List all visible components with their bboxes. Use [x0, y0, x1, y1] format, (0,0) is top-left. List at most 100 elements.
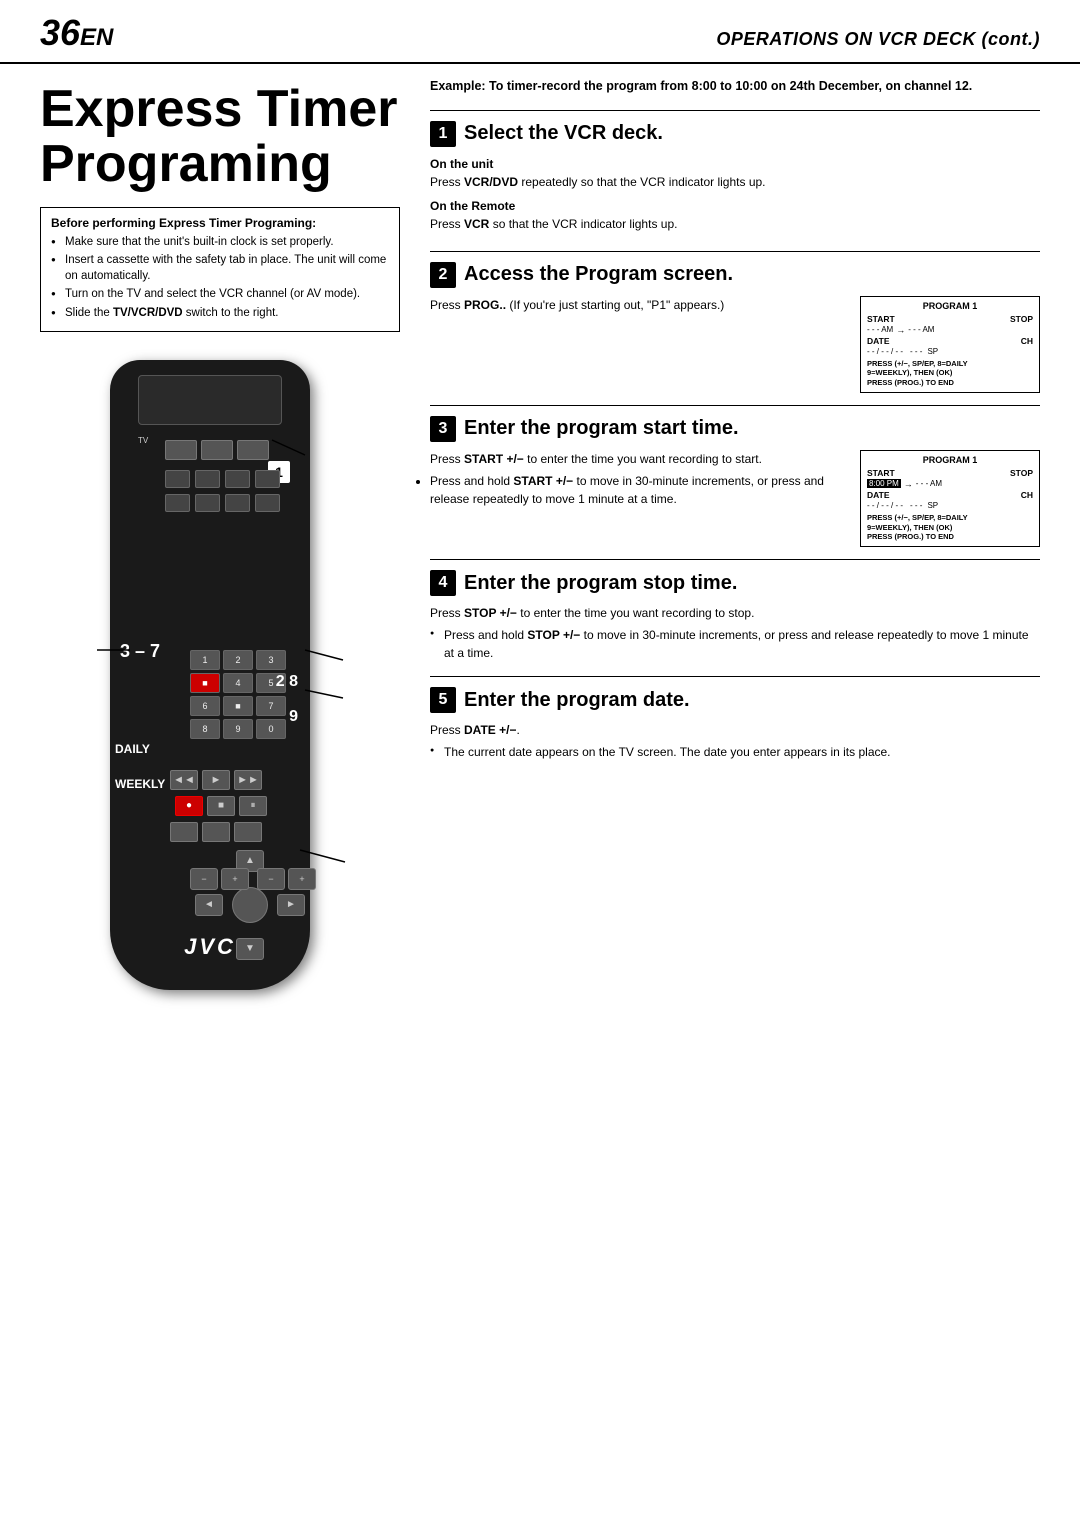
- pause-btn: ⏸: [239, 796, 267, 816]
- before-list: Make sure that the unit's built-in clock…: [51, 234, 389, 320]
- step-1-unit-label: On the unit: [430, 155, 1040, 173]
- playback-row-3: [170, 822, 262, 842]
- step-3-number: 3: [430, 416, 456, 442]
- daily-label: DAILY: [115, 740, 150, 756]
- step-4-header: 4 Enter the program stop time.: [430, 570, 1040, 596]
- arrow-center-btn: [232, 887, 268, 923]
- right-column: Example: To timer-record the program fro…: [420, 64, 1040, 1030]
- remote-btn-r3-1: [165, 494, 190, 512]
- step-4-title: Enter the program stop time.: [464, 572, 737, 595]
- stop-btn: ■: [207, 796, 235, 816]
- numpad-6: 6: [190, 696, 220, 716]
- numpad-0: 0: [256, 719, 286, 739]
- step-5-title: Enter the program date.: [464, 689, 690, 712]
- step-2-text: Press PROG.. (If you're just starting ou…: [430, 296, 840, 393]
- prog-row-date-ch-2: - - / - - / - - - - - SP: [867, 501, 1033, 510]
- ch-down-btn: −: [257, 868, 285, 890]
- before-title: Before performing Express Timer Programi…: [51, 216, 389, 230]
- program-screen-1: PROGRAM 1 START STOP - - - AM → - - - AM…: [860, 296, 1040, 393]
- prog-bottom-1: PRESS (+/−, SP/EP, 8=DAILY9=WEEKLY), THE…: [867, 359, 1033, 388]
- prog-bottom-2: PRESS (+/−, SP/EP, 8=DAILY9=WEEKLY), THE…: [867, 513, 1033, 542]
- arrow-right-btn: ►: [277, 894, 305, 916]
- step-1-unit-text: Press VCR/DVD repeatedly so that the VCR…: [430, 173, 1040, 191]
- ch-pair: − +: [257, 868, 316, 890]
- remote-bottom-row: − + − +: [190, 868, 316, 890]
- remote-btn-r3-4: [255, 494, 280, 512]
- step-4: 4 Enter the program stop time. Press STO…: [430, 559, 1040, 676]
- transport-btn-1: [170, 822, 198, 842]
- step-3-title: Enter the program start time.: [464, 417, 739, 440]
- remote-control-illustration: TV 1: [50, 350, 390, 1030]
- remote-row-3: [165, 494, 280, 512]
- step-5-bullet-1: The current date appears on the TV scree…: [430, 743, 1040, 761]
- page-number: 36EN: [40, 12, 113, 54]
- section-title: OPERATIONS ON VCR DECK (cont.): [716, 29, 1040, 50]
- step-3-text: Press START +/− to enter the time you wa…: [430, 450, 840, 547]
- arrow-down-btn: ▼: [236, 938, 264, 960]
- prog-screen-1-title: PROGRAM 1: [867, 301, 1033, 311]
- before-item-3: Turn on the TV and select the VCR channe…: [51, 286, 389, 302]
- remote-top-buttons: [165, 440, 269, 460]
- step-4-bullet-1: Press and hold STOP +/− to move in 30-mi…: [430, 626, 1040, 662]
- remote-row-2: [165, 470, 280, 488]
- numpad-icon-1: ■: [190, 673, 220, 693]
- page-title: Express TimerPrograming: [40, 82, 400, 191]
- prog-row-date-ch-labels-2: DATE CH: [867, 490, 1033, 500]
- step-4-text: Press STOP +/− to enter the time you wan…: [430, 604, 1040, 622]
- numpad-7: 7: [256, 696, 286, 716]
- step-3-header: 3 Enter the program start time.: [430, 416, 1040, 442]
- remote-btn-top-2: [201, 440, 233, 460]
- program-screen-2: PROGRAM 1 START STOP 8:00 PM → - - - AM …: [860, 450, 1040, 547]
- step-2-number: 2: [430, 262, 456, 288]
- step-1-unit-section: On the unit Press VCR/DVD repeatedly so …: [430, 155, 1040, 191]
- step-5: 5 Enter the program date. Press DATE +/−…: [430, 676, 1040, 775]
- step-1-remote-section: On the Remote Press VCR so that the VCR …: [430, 197, 1040, 233]
- step-1-header: 1 Select the VCR deck.: [430, 121, 1040, 147]
- step-label-9: 9: [289, 705, 298, 726]
- step-1-remote-text: Press VCR so that the VCR indicator ligh…: [430, 215, 1040, 233]
- step-label-2-8: 2 8: [276, 670, 298, 691]
- before-item-1: Make sure that the unit's built-in clock…: [51, 234, 389, 250]
- play-btn: ►: [202, 770, 230, 790]
- remote-screen-area: [138, 375, 282, 425]
- step-4-number: 4: [430, 570, 456, 596]
- step-3: 3 Enter the program start time. Press ST…: [430, 405, 1040, 559]
- prog-row-date-ch-1: - - / - - / - - - - - SP: [867, 347, 1033, 356]
- step-1-number: 1: [430, 121, 456, 147]
- main-content: Express TimerPrograming Before performin…: [0, 64, 1080, 1030]
- step-1: 1 Select the VCR deck. On the unit Press…: [430, 110, 1040, 251]
- before-performing-box: Before performing Express Timer Programi…: [40, 207, 400, 331]
- arrow-left-btn: ◄: [195, 894, 223, 916]
- jvc-logo: JVC: [184, 934, 236, 960]
- step-3-bullet-1: Press and hold START +/− to move in 30-m…: [430, 472, 840, 508]
- numpad-3: 3: [256, 650, 286, 670]
- vol-down-btn: −: [190, 868, 218, 890]
- remote-btn-r3-2: [195, 494, 220, 512]
- step-2-title: Access the Program screen.: [464, 263, 733, 286]
- step-2-screen: PROGRAM 1 START STOP - - - AM → - - - AM…: [850, 296, 1040, 393]
- weekly-label: WEEKLY: [115, 775, 165, 791]
- step-4-content: Press STOP +/− to enter the time you wan…: [430, 604, 1040, 662]
- remote-numpad: 1 2 3 ■ 4 5 6 ■ 7 8 9 0: [190, 650, 286, 739]
- numpad-2: 2: [223, 650, 253, 670]
- rewind-btn: ◄◄: [170, 770, 198, 790]
- prog-row-date-ch-labels-1: DATE CH: [867, 336, 1033, 346]
- transport-btn-3: [234, 822, 262, 842]
- step-1-remote-label: On the Remote: [430, 197, 1040, 215]
- numpad-9: 9: [223, 719, 253, 739]
- left-column: Express TimerPrograming Before performin…: [40, 64, 420, 1030]
- step-2: 2 Access the Program screen. Press PROG.…: [430, 251, 1040, 405]
- example-text: Example: To timer-record the program fro…: [430, 78, 1040, 96]
- prog-row-labels-1: START STOP: [867, 314, 1033, 324]
- page-header: 36EN OPERATIONS ON VCR DECK (cont.): [0, 0, 1080, 64]
- ch-up-btn: +: [288, 868, 316, 890]
- step-5-content: Press DATE +/−. The current date appears…: [430, 721, 1040, 761]
- remote-btn-r2-4: [255, 470, 280, 488]
- remote-btn-r2-1: [165, 470, 190, 488]
- before-item-4: Slide the TV/VCR/DVD switch to the right…: [51, 305, 389, 321]
- vol-pair: − +: [190, 868, 249, 890]
- step-2-header: 2 Access the Program screen.: [430, 262, 1040, 288]
- numpad-8: 8: [190, 719, 220, 739]
- remote-btn-r2-3: [225, 470, 250, 488]
- prog-screen-2-title: PROGRAM 1: [867, 455, 1033, 465]
